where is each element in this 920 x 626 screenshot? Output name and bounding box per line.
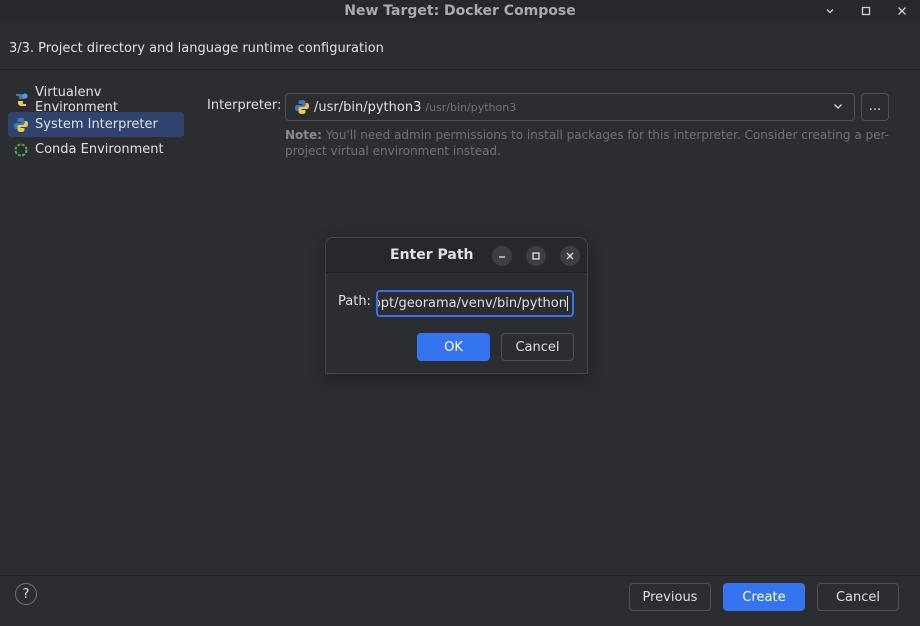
virtualenv-icon [13, 92, 29, 108]
sidebar-item-system-interpreter[interactable]: System Interpreter [8, 112, 184, 137]
close-icon[interactable] [884, 0, 920, 22]
create-button[interactable]: Create [723, 583, 805, 611]
note-prefix: Note: [285, 128, 322, 142]
window-titlebar: New Target: Docker Compose [0, 0, 920, 22]
interpreter-label: Interpreter: [207, 98, 282, 113]
dialog-minimize-icon[interactable] [492, 246, 512, 266]
dialog-ok-button[interactable]: OK [417, 333, 490, 361]
window-controls [812, 0, 920, 22]
dialog-cancel-button[interactable]: Cancel [501, 333, 574, 361]
path-input[interactable]: /opt/georama/venv/bin/python [376, 290, 574, 317]
dialog-title: Enter Path [390, 247, 474, 263]
text-caret [567, 296, 568, 311]
previous-button[interactable]: Previous [629, 583, 711, 611]
note-text: You'll need admin permissions to install… [285, 128, 889, 158]
interpreter-path: /usr/bin/python3 [314, 99, 422, 115]
cancel-button[interactable]: Cancel [817, 583, 899, 611]
sidebar-item-label: Conda Environment [35, 142, 164, 157]
enter-path-dialog: Enter Path Path: /opt/georama/venv/bin/p… [325, 237, 588, 374]
minimize-chevron-icon[interactable] [812, 0, 848, 22]
browse-interpreter-button[interactable]: ... [861, 93, 889, 121]
sidebar-item-conda[interactable]: Conda Environment [8, 137, 184, 162]
conda-icon [13, 142, 29, 158]
sidebar-item-label: System Interpreter [35, 117, 158, 132]
sidebar-item-virtualenv[interactable]: Virtualenv Environment [8, 84, 184, 115]
help-icon[interactable]: ? [15, 583, 37, 605]
dialog-close-icon[interactable] [560, 246, 580, 266]
interpreter-path-secondary: /usr/bin/python3 [425, 100, 517, 114]
path-label: Path: [338, 294, 371, 309]
window-title: New Target: Docker Compose [344, 3, 576, 19]
maximize-icon[interactable] [848, 0, 884, 22]
admin-permission-note: Note: You'll need admin permissions to i… [285, 127, 895, 159]
sidebar-item-label: Virtualenv Environment [35, 84, 119, 115]
environment-type-list: Virtualenv Environment System Interprete… [8, 84, 184, 162]
dialog-titlebar: Enter Path [326, 238, 587, 273]
step-header: 3/3. Project directory and language runt… [0, 22, 920, 70]
chevron-down-icon[interactable] [832, 100, 844, 116]
python-icon [13, 117, 29, 133]
path-input-value: /opt/georama/venv/bin/python [376, 296, 567, 311]
dialog-maximize-icon[interactable] [526, 246, 546, 266]
step-title: 3/3. Project directory and language runt… [9, 41, 384, 56]
interpreter-dropdown[interactable]: /usr/bin/python3 /usr/bin/python3 [285, 93, 855, 121]
python-icon [294, 99, 310, 115]
